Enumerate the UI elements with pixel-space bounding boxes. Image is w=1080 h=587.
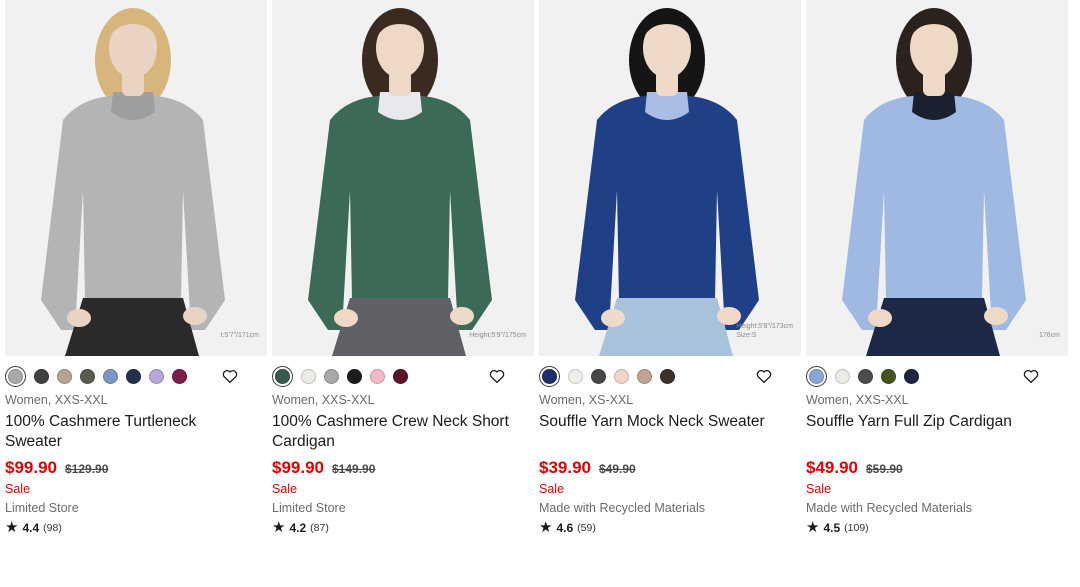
rating: ★ 4.6 (59) (539, 520, 801, 535)
color-swatch[interactable] (806, 365, 827, 387)
price-row: $99.90 $129.90 (5, 458, 267, 478)
color-swatch[interactable] (660, 368, 675, 384)
color-swatch[interactable] (172, 368, 187, 384)
color-swatches (539, 362, 801, 390)
color-swatch[interactable] (347, 368, 362, 384)
product-name[interactable]: Souffle Yarn Mock Neck Sweater (539, 412, 789, 452)
price-row: $39.90 $49.90 (539, 458, 801, 478)
heart-outline-icon[interactable] (1022, 367, 1040, 385)
color-swatch[interactable] (103, 368, 118, 384)
rating-score: 4.4 (22, 520, 40, 535)
product-card[interactable]: 176cm Women, XXS-XXL Souffle Yarn Full Z… (806, 0, 1068, 535)
color-swatch[interactable] (568, 368, 583, 384)
color-swatch[interactable] (393, 368, 408, 384)
price-row: $99.90 $149.90 (272, 458, 534, 478)
color-swatches (806, 362, 1068, 390)
product-image[interactable]: Height:5'8"/173cm Size:S (539, 0, 801, 356)
product-image[interactable]: 176cm (806, 0, 1068, 356)
product-image[interactable]: Height:5'9"/175cm (272, 0, 534, 356)
star-icon: ★ (806, 519, 820, 536)
product-card[interactable]: Height:5'8"/173cm Size:S Women, XS-XXL S… (539, 0, 801, 535)
review-count: (59) (577, 521, 596, 534)
star-icon: ★ (272, 519, 286, 536)
review-count: (87) (310, 521, 329, 534)
product-flag: Made with Recycled Materials (806, 501, 973, 515)
color-swatch[interactable] (370, 368, 385, 384)
heart-outline-icon[interactable] (755, 367, 773, 385)
rating: ★ 4.2 (87) (272, 520, 534, 535)
color-swatch[interactable] (126, 368, 141, 384)
heart-outline-icon[interactable] (221, 367, 239, 385)
sale-price: $99.90 (5, 458, 57, 477)
sale-label: Sale (272, 482, 298, 496)
original-price: $59.90 (866, 462, 903, 476)
product-gender-size: Women, XS-XXL (539, 393, 634, 407)
color-swatch[interactable] (539, 365, 560, 387)
model-photo (806, 0, 1068, 356)
color-swatch[interactable] (858, 368, 873, 384)
color-swatch[interactable] (904, 368, 919, 384)
color-swatch[interactable] (5, 365, 26, 387)
product-gender-size: Women, XXS-XXL (806, 393, 909, 407)
model-photo (5, 0, 267, 356)
color-swatch[interactable] (272, 365, 293, 387)
color-swatch[interactable] (80, 368, 95, 384)
product-name[interactable]: Souffle Yarn Full Zip Cardigan (806, 412, 1056, 452)
product-card[interactable]: t:5'7"/171cm Women, XXS-XXL 100% Cashmer… (5, 0, 267, 535)
color-swatch[interactable] (149, 368, 164, 384)
model-height-note: 176cm (1038, 332, 1060, 339)
review-count: (98) (43, 521, 62, 534)
product-flag: Limited Store (5, 501, 79, 515)
sale-label: Sale (5, 482, 31, 496)
heart-outline-icon[interactable] (488, 367, 506, 385)
product-card[interactable]: Height:5'9"/175cm Women, XXS-XXL 100% Ca… (272, 0, 534, 535)
sale-price: $49.90 (806, 458, 858, 477)
product-name[interactable]: 100% Cashmere Crew Neck Short Cardigan (272, 412, 522, 452)
product-flag: Made with Recycled Materials (539, 501, 706, 515)
rating: ★ 4.4 (98) (5, 520, 267, 535)
color-swatch[interactable] (34, 368, 49, 384)
sale-label: Sale (806, 482, 832, 496)
original-price: $149.90 (332, 462, 376, 476)
model-photo (539, 0, 801, 356)
sale-price: $99.90 (272, 458, 324, 477)
color-swatch[interactable] (637, 368, 652, 384)
color-swatch[interactable] (591, 368, 606, 384)
color-swatches (272, 362, 534, 390)
color-swatch[interactable] (881, 368, 896, 384)
color-swatch[interactable] (301, 368, 316, 384)
price-row: $49.90 $59.90 (806, 458, 1068, 478)
color-swatches (5, 362, 267, 390)
product-flag: Limited Store (272, 501, 346, 515)
model-height-note: t:5'7"/171cm (220, 332, 259, 339)
color-swatch[interactable] (324, 368, 339, 384)
color-swatch[interactable] (614, 368, 629, 384)
product-name[interactable]: 100% Cashmere Turtleneck Sweater (5, 412, 255, 452)
rating-score: 4.6 (556, 520, 574, 535)
rating-score: 4.2 (289, 520, 307, 535)
review-count: (109) (844, 521, 869, 534)
rating: ★ 4.5 (109) (806, 520, 1068, 535)
original-price: $49.90 (599, 462, 636, 476)
model-photo (272, 0, 534, 356)
product-image[interactable]: t:5'7"/171cm (5, 0, 267, 356)
product-grid: t:5'7"/171cm Women, XXS-XXL 100% Cashmer… (0, 0, 1080, 535)
color-swatch[interactable] (835, 368, 850, 384)
original-price: $129.90 (65, 462, 109, 476)
sale-label: Sale (539, 482, 565, 496)
model-height-note: Height:5'9"/175cm (469, 332, 526, 339)
product-gender-size: Women, XXS-XXL (272, 393, 375, 407)
rating-score: 4.5 (823, 520, 841, 535)
star-icon: ★ (5, 519, 19, 536)
color-swatch[interactable] (57, 368, 72, 384)
sale-price: $39.90 (539, 458, 591, 477)
product-gender-size: Women, XXS-XXL (5, 393, 108, 407)
star-icon: ★ (539, 519, 553, 536)
model-height-note: Height:5'8"/173cm Size:S (736, 323, 793, 339)
